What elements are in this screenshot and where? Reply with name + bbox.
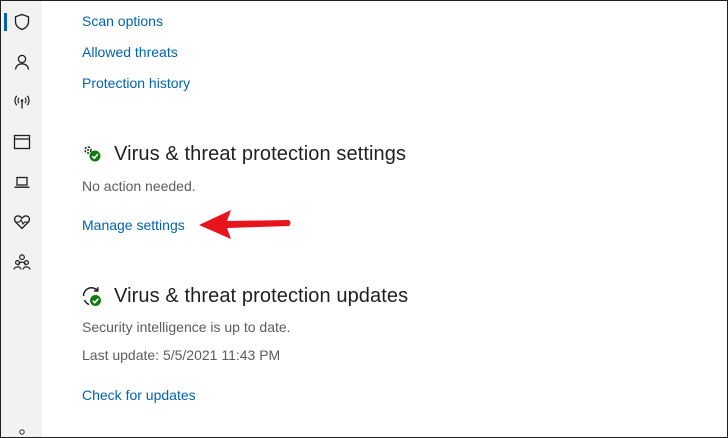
sidebar-item-settings[interactable] <box>1 425 42 437</box>
laptop-icon <box>14 176 29 188</box>
sidebar-item-account-protection[interactable] <box>1 46 42 78</box>
wireless-icon <box>13 95 30 109</box>
scan-options-link[interactable]: Scan options <box>82 13 163 29</box>
sidebar-item-firewall[interactable] <box>1 86 42 118</box>
protection-history-link[interactable]: Protection history <box>82 75 190 91</box>
sidebar-item-device-security[interactable] <box>1 166 42 198</box>
person-icon <box>14 54 29 70</box>
sidebar-item-app-browser-control[interactable] <box>1 126 42 158</box>
browser-window-icon <box>13 134 30 150</box>
heart-pulse-icon <box>13 215 30 230</box>
updates-section-title: Virus & threat protection updates <box>114 285 409 307</box>
settings-section-title: Virus & threat protection settings <box>114 143 407 165</box>
settings-status-text: No action needed. <box>82 178 196 194</box>
manage-settings-link[interactable]: Manage settings <box>82 217 185 233</box>
red-arrow-icon <box>199 210 291 239</box>
main-content: Scan options Allowed threats Protection … <box>42 1 727 437</box>
sidebar-nav <box>1 1 42 437</box>
family-icon <box>12 254 31 270</box>
updates-status-text: Security intelligence is up to date. <box>82 319 291 335</box>
refresh-check-icon <box>82 287 101 306</box>
last-update-text: Last update: 5/5/2021 11:43 PM <box>82 347 281 363</box>
sidebar-item-virus-protection[interactable] <box>1 6 42 38</box>
shield-icon <box>14 13 29 31</box>
check-for-updates-link[interactable]: Check for updates <box>82 387 196 403</box>
sidebar-item-device-performance[interactable] <box>1 206 42 238</box>
gear-icon <box>18 429 25 435</box>
allowed-threats-link[interactable]: Allowed threats <box>82 44 178 60</box>
sidebar-item-family-options[interactable] <box>1 246 42 278</box>
app-window: Scan options Allowed threats Protection … <box>0 0 728 438</box>
settings-gear-check-icon <box>84 146 101 162</box>
